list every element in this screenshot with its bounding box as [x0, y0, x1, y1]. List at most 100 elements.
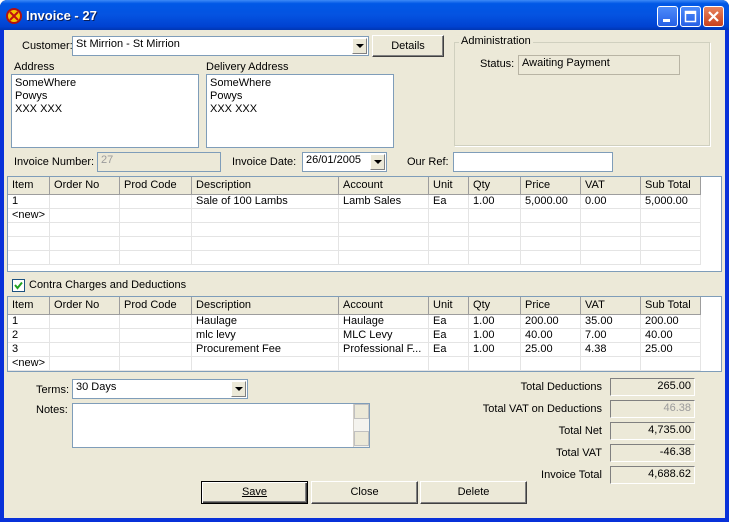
address-textarea[interactable]: SomeWhere Powys XXX XXX [11, 74, 199, 148]
table-cell[interactable]: 5,000.00 [640, 194, 702, 209]
table-cell[interactable]: 1 [8, 314, 51, 329]
details-button[interactable]: Details [372, 35, 444, 57]
column-header-qty[interactable]: Qty [468, 177, 522, 195]
table-cell[interactable]: 200.00 [640, 314, 702, 329]
column-header-price[interactable]: Price [520, 297, 582, 315]
column-header-sub-total[interactable]: Sub Total [640, 297, 702, 315]
table-cell[interactable]: Sale of 100 Lambs [191, 194, 340, 209]
table-cell[interactable] [338, 356, 430, 371]
table-cell[interactable] [49, 342, 121, 357]
table-cell[interactable]: Ea [428, 194, 470, 209]
column-header-vat[interactable]: VAT [580, 297, 642, 315]
table-cell[interactable]: Professional F... [338, 342, 430, 357]
table-cell[interactable] [520, 356, 582, 371]
terms-select[interactable]: 30 Days [72, 379, 248, 399]
table-cell[interactable]: 40.00 [520, 328, 582, 343]
table-cell[interactable] [428, 356, 470, 371]
table-row[interactable]: 2 mlc levy MLC Levy Ea 1.00 40.00 7.00 40.00 [8, 328, 702, 343]
table-cell[interactable] [468, 208, 522, 223]
table-cell[interactable] [49, 194, 121, 209]
table-cell[interactable]: Ea [428, 328, 470, 343]
table-cell[interactable] [580, 208, 642, 223]
table-cell[interactable]: 1 [8, 194, 51, 209]
table-cell[interactable]: Ea [428, 342, 470, 357]
table-cell[interactable] [338, 208, 430, 223]
column-header-prod-code[interactable]: Prod Code [119, 177, 193, 195]
table-cell[interactable]: <new> [8, 356, 51, 371]
notes-textarea[interactable] [72, 403, 370, 448]
table-cell[interactable] [119, 314, 193, 329]
column-header-description[interactable]: Description [191, 177, 340, 195]
table-cell[interactable] [580, 356, 642, 371]
scroll-up-icon[interactable] [354, 404, 369, 419]
table-cell[interactable] [49, 328, 121, 343]
title-bar[interactable]: Invoice - 27 [0, 0, 729, 30]
delivery-address-textarea[interactable]: SomeWhere Powys XXX XXX [206, 74, 394, 148]
save-button[interactable]: Save [201, 481, 308, 504]
invoice-date-picker[interactable]: 26/01/2005 [302, 152, 387, 172]
table-row[interactable]: <new> [8, 356, 702, 371]
table-cell[interactable] [520, 208, 582, 223]
calendar-dropdown-icon[interactable] [370, 154, 385, 170]
delete-button[interactable]: Delete [420, 481, 527, 504]
column-header-prod-code[interactable]: Prod Code [119, 297, 193, 315]
column-header-vat[interactable]: VAT [580, 177, 642, 195]
customer-select[interactable]: St Mirrion - St Mirrion [72, 36, 369, 56]
table-cell[interactable] [119, 328, 193, 343]
table-cell[interactable]: Ea [428, 314, 470, 329]
column-header-qty[interactable]: Qty [468, 297, 522, 315]
table-cell[interactable]: 1.00 [468, 342, 522, 357]
column-header-sub-total[interactable]: Sub Total [640, 177, 702, 195]
table-cell[interactable] [119, 342, 193, 357]
table-cell[interactable] [191, 356, 340, 371]
notes-scrollbar[interactable] [353, 404, 369, 447]
table-cell[interactable] [640, 208, 702, 223]
table-cell[interactable]: <new> [8, 208, 51, 223]
table-cell[interactable]: mlc levy [191, 328, 340, 343]
table-cell[interactable]: 4.38 [580, 342, 642, 357]
table-cell[interactable] [428, 208, 470, 223]
table-cell[interactable] [49, 314, 121, 329]
column-header-description[interactable]: Description [191, 297, 340, 315]
table-cell[interactable] [119, 208, 193, 223]
contra-checkbox-label[interactable]: Contra Charges and Deductions [29, 279, 186, 291]
table-cell[interactable]: 2 [8, 328, 51, 343]
close-button[interactable]: Close [311, 481, 418, 504]
contra-checkbox[interactable] [12, 279, 25, 292]
chevron-down-icon[interactable] [352, 38, 367, 54]
table-cell[interactable]: 40.00 [640, 328, 702, 343]
contra-lines-grid[interactable]: Item Order No Prod Code Description Account U… [7, 296, 722, 372]
maximize-button[interactable] [680, 6, 701, 27]
close-window-button[interactable] [703, 6, 724, 27]
table-row[interactable]: <new> [8, 208, 702, 223]
table-cell[interactable]: Haulage [338, 314, 430, 329]
table-cell[interactable]: 25.00 [520, 342, 582, 357]
table-cell[interactable]: Procurement Fee [191, 342, 340, 357]
invoice-lines-grid[interactable]: Item Order No Prod Code Description Account U… [7, 176, 722, 272]
minimize-button[interactable] [657, 6, 678, 27]
column-header-item[interactable]: Item [8, 177, 51, 195]
table-cell[interactable]: Lamb Sales [338, 194, 430, 209]
scroll-down-icon[interactable] [354, 431, 369, 446]
table-cell[interactable]: 0.00 [580, 194, 642, 209]
column-header-order-no[interactable]: Order No [49, 297, 121, 315]
table-row[interactable]: 3 Procurement Fee Professional F... Ea 1.00 2… [8, 342, 702, 357]
table-cell[interactable]: 5,000.00 [520, 194, 582, 209]
table-cell[interactable]: Haulage [191, 314, 340, 329]
table-cell[interactable]: MLC Levy [338, 328, 430, 343]
our-ref-input[interactable] [453, 152, 613, 172]
table-cell[interactable]: 35.00 [580, 314, 642, 329]
table-row[interactable]: 1 Haulage Haulage Ea 1.00 200.00 35.00 200.00 [8, 314, 702, 329]
column-header-account[interactable]: Account [338, 297, 430, 315]
column-header-item[interactable]: Item [8, 297, 51, 315]
table-cell[interactable]: 1.00 [468, 328, 522, 343]
table-cell[interactable] [49, 356, 121, 371]
table-cell[interactable]: 7.00 [580, 328, 642, 343]
table-cell[interactable] [468, 356, 522, 371]
column-header-unit[interactable]: Unit [428, 297, 470, 315]
table-cell[interactable]: 200.00 [520, 314, 582, 329]
table-cell[interactable] [49, 208, 121, 223]
column-header-order-no[interactable]: Order No [49, 177, 121, 195]
table-cell[interactable]: 1.00 [468, 314, 522, 329]
column-header-account[interactable]: Account [338, 177, 430, 195]
